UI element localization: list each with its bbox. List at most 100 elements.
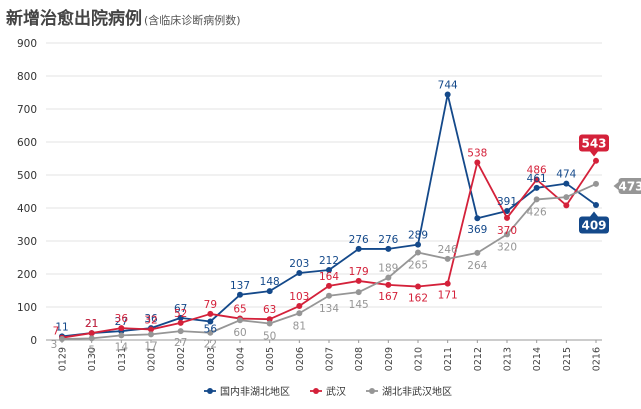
data-label-s0: 474 <box>556 169 576 181</box>
x-tick-label: 0216 <box>592 347 603 371</box>
data-point-s0 <box>385 245 392 252</box>
callout-label: 409 <box>581 219 606 233</box>
data-label-s1: 32 <box>144 314 157 326</box>
data-label-s1: 21 <box>85 318 98 330</box>
data-point-s1 <box>177 319 184 326</box>
data-label-s0: 148 <box>260 276 280 288</box>
data-label-s0: 289 <box>408 230 428 242</box>
data-label-s2: 27 <box>174 337 187 349</box>
callout-2: 473 <box>613 178 641 194</box>
data-label-s0: 212 <box>319 255 339 267</box>
legend-label-0: 国内非湖北地区 <box>220 385 290 398</box>
y-axis: 0 100 200 300 400 500 600 700 800 900 <box>17 38 37 347</box>
data-label-s1: 65 <box>233 304 246 316</box>
data-point-s0 <box>444 91 451 98</box>
data-label-s0: 56 <box>204 324 218 336</box>
x-tick-label: 0129 <box>58 347 69 371</box>
data-point-s0 <box>593 202 599 209</box>
data-point-s2 <box>59 336 65 343</box>
data-point-s1 <box>444 280 451 287</box>
data-label-s0: 276 <box>349 234 369 246</box>
data-labels: 11 21 27 366756137 148203 212276 276 2897443693… <box>51 79 577 356</box>
y-tick-label: 700 <box>17 104 37 116</box>
data-point-s2 <box>593 180 599 187</box>
data-label-s2: 246 <box>438 244 458 256</box>
legend-swatch-dot <box>313 388 319 394</box>
legend: 国内非湖北地区 武汉 湖北非武汉地区 <box>204 385 452 398</box>
legend-label-1: 武汉 <box>326 385 346 398</box>
series-line-0 <box>61 93 597 338</box>
callout-0: 543 <box>579 134 609 157</box>
data-label-s2: 426 <box>527 206 547 218</box>
x-tick-label: 0205 <box>265 347 276 371</box>
data-point-s0 <box>237 291 243 298</box>
data-point-s1 <box>415 283 421 290</box>
x-tick-label: 0206 <box>295 347 306 371</box>
data-point-s2 <box>385 274 392 281</box>
legend-swatch-dot <box>207 388 213 394</box>
data-point-s0 <box>266 288 273 295</box>
data-label-s1: 486 <box>527 165 547 177</box>
data-label-s2: 265 <box>408 260 428 272</box>
data-point-s2 <box>474 249 481 256</box>
x-tick-label: 0214 <box>532 347 543 371</box>
data-point-s0 <box>533 184 540 191</box>
data-point-s2 <box>88 335 95 342</box>
data-point-s2 <box>355 289 362 296</box>
x-tick-label: 0210 <box>414 347 425 371</box>
data-point-s2 <box>415 249 421 256</box>
x-tick-label: 0207 <box>325 347 336 371</box>
data-point-s1 <box>207 310 214 317</box>
data-label-s1: 370 <box>497 225 517 237</box>
x-tick-label: 0212 <box>473 347 484 371</box>
data-label-s0: 369 <box>467 224 487 236</box>
y-tick-label: 500 <box>17 170 37 182</box>
y-tick-label: 300 <box>17 236 37 248</box>
data-label-s2: 320 <box>497 241 517 253</box>
data-point-s1 <box>355 277 362 284</box>
data-label-s1: 164 <box>319 271 339 283</box>
legend-label-2: 湖北非武汉地区 <box>382 385 452 398</box>
data-label-s1: 171 <box>438 290 458 302</box>
data-point-s2 <box>118 332 125 339</box>
data-label-s0: 744 <box>438 79 458 91</box>
data-label-s2: 189 <box>378 263 398 275</box>
data-point-s0 <box>296 270 303 277</box>
callouts: 543 409 473 <box>579 134 641 234</box>
data-point-s2 <box>177 328 184 335</box>
data-label-s0: 276 <box>378 234 398 246</box>
y-tick-label: 400 <box>17 203 37 215</box>
data-label-s1: 103 <box>289 291 309 303</box>
x-tick-label: 0204 <box>236 347 247 371</box>
y-tick-label: 800 <box>17 71 37 83</box>
y-tick-label: 600 <box>17 137 37 149</box>
data-point-s1 <box>326 282 332 289</box>
data-label-s0: 137 <box>230 280 250 292</box>
data-point-s0 <box>474 215 481 222</box>
data-label-s1: 179 <box>349 266 369 278</box>
data-label-s2: 60 <box>233 327 246 339</box>
legend-swatch-dot <box>369 388 375 394</box>
data-label-s2: 17 <box>144 340 157 352</box>
data-label-s1: 538 <box>467 147 487 159</box>
data-point-s2 <box>533 196 540 203</box>
data-point-s2 <box>563 194 570 201</box>
data-label-s0: 391 <box>497 196 517 208</box>
data-point-s2 <box>444 255 451 262</box>
data-label-s2: 5 <box>88 344 95 356</box>
y-tick-label: 200 <box>17 269 37 281</box>
callout-pointer <box>590 151 598 157</box>
data-point-s1 <box>385 281 392 288</box>
data-label-s1: 36 <box>115 313 129 325</box>
callout-label: 473 <box>618 180 641 194</box>
x-tick-label: 0211 <box>443 347 454 371</box>
y-tick-label: 900 <box>17 38 37 50</box>
data-label-s1: 167 <box>378 291 398 303</box>
y-tick-label: 0 <box>30 335 37 347</box>
data-label-s1: 79 <box>204 299 217 311</box>
x-tick-label: 0215 <box>562 347 573 371</box>
data-label-s2: 134 <box>319 303 339 315</box>
data-label-s1: 63 <box>263 304 276 316</box>
x-tick-label: 0213 <box>503 347 514 371</box>
data-label-s2: 145 <box>349 299 369 311</box>
